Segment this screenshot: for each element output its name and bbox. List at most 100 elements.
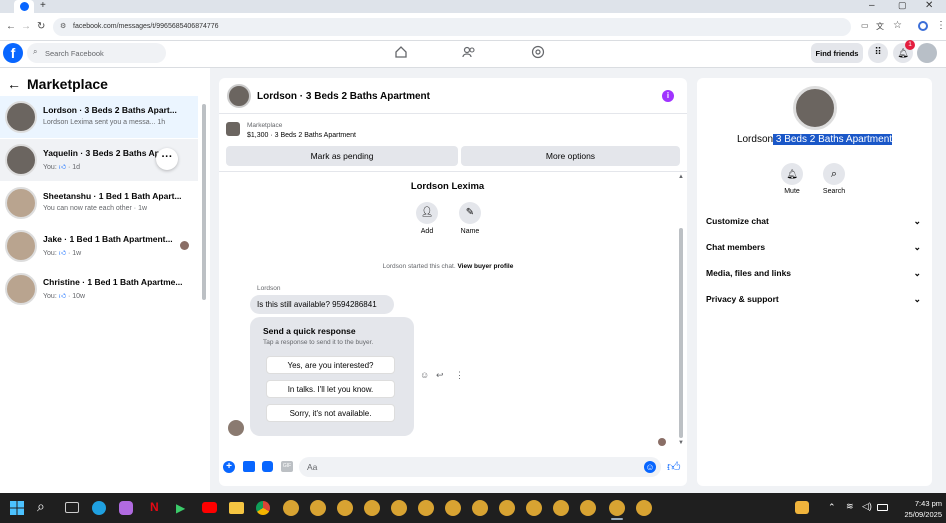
- cast-icon[interactable]: ▭: [861, 21, 869, 30]
- play-store-icon[interactable]: ▶: [176, 501, 185, 515]
- taskbar-search-icon[interactable]: ⌕: [37, 498, 45, 515]
- privacy-support-section[interactable]: Privacy & support ⌄: [706, 294, 921, 304]
- facebook-logo-icon[interactable]: f: [3, 43, 23, 63]
- more-options-button[interactable]: More options: [461, 146, 680, 166]
- chrome-profile-window-icon[interactable]: [499, 500, 515, 516]
- wifi-icon[interactable]: ≋: [846, 501, 854, 512]
- chrome-profile-window-icon[interactable]: [472, 500, 488, 516]
- conversation-avatar: [5, 144, 37, 176]
- profile-avatar[interactable]: [793, 86, 837, 130]
- view-buyer-profile-link[interactable]: View buyer profile: [457, 263, 513, 270]
- scroll-up-icon[interactable]: ▲: [678, 174, 684, 180]
- chat-scrollbar[interactable]: [679, 228, 683, 438]
- chat-header-avatar[interactable]: [227, 84, 251, 108]
- chrome-profile-window-icon[interactable]: [636, 500, 652, 516]
- profile-icon[interactable]: [918, 21, 928, 31]
- mark-as-pending-button[interactable]: Mark as pending: [226, 146, 458, 166]
- chrome-profile-window-icon[interactable]: [364, 500, 380, 516]
- friends-icon[interactable]: [462, 45, 476, 59]
- show-hidden-icons-icon[interactable]: ⌃: [828, 502, 836, 513]
- emoji-icon[interactable]: ☺: [644, 461, 656, 473]
- search-conversation-icon[interactable]: ⌕: [823, 163, 845, 185]
- site-settings-icon[interactable]: ⚙: [60, 22, 66, 30]
- conversation-item[interactable]: Yaquelin · 3 Beds 2 Baths Ap You: 👍︎ · 1…: [0, 139, 198, 181]
- message-input[interactable]: Aa: [299, 457, 661, 477]
- quick-response-button[interactable]: In talks. I'll let you know.: [266, 380, 395, 398]
- netflix-icon[interactable]: N: [150, 500, 159, 514]
- edge-icon[interactable]: [92, 501, 106, 515]
- chrome-profile-window-icon[interactable]: [337, 500, 353, 516]
- widgets-icon[interactable]: [795, 501, 809, 514]
- youtube-icon[interactable]: [202, 502, 217, 513]
- chrome-profile-window-icon[interactable]: [445, 500, 461, 516]
- new-tab-icon[interactable]: +: [40, 0, 46, 11]
- chrome-profile-window-icon[interactable]: [391, 500, 407, 516]
- translate-icon[interactable]: 文: [876, 21, 884, 32]
- battery-icon[interactable]: [877, 504, 888, 511]
- message-bubble[interactable]: Is this still available? 9594286841: [250, 295, 394, 314]
- scroll-down-icon[interactable]: ▼: [678, 440, 684, 446]
- account-avatar[interactable]: [917, 43, 937, 63]
- taskbar-time[interactable]: 7:43 pm: [896, 499, 942, 508]
- file-explorer-icon[interactable]: [229, 502, 244, 514]
- menu-icon[interactable]: ⋮: [936, 20, 946, 31]
- listing-thumbnail[interactable]: [226, 122, 240, 136]
- start-menu-icon[interactable]: [10, 501, 24, 515]
- taskbar-date[interactable]: 25/09/2025: [894, 510, 942, 519]
- back-arrow-icon[interactable]: ←: [7, 76, 21, 92]
- chrome-profile-window-icon[interactable]: [580, 500, 596, 516]
- chat-header-title[interactable]: Lordson · 3 Beds 2 Baths Apartment: [257, 91, 430, 102]
- add-contact-icon[interactable]: 👤︎: [416, 202, 438, 224]
- bookmark-star-icon[interactable]: ☆: [893, 20, 902, 31]
- react-icon[interactable]: ☺: [420, 370, 429, 380]
- back-icon[interactable]: ←: [6, 21, 16, 32]
- chrome-profile-window-icon[interactable]: [418, 500, 434, 516]
- volume-icon[interactable]: ◁): [862, 501, 872, 512]
- chrome-profile-window-icon[interactable]: [310, 500, 326, 516]
- snippet-suffix: · 1d: [68, 164, 81, 171]
- close-icon[interactable]: ✕: [925, 0, 933, 11]
- active-window-indicator: [611, 518, 623, 520]
- reply-icon[interactable]: ↩: [436, 370, 444, 381]
- chrome-profile-window-icon[interactable]: [553, 500, 569, 516]
- conversation-item[interactable]: Sheetanshu · 1 Bed 1 Bath Apart... You c…: [0, 182, 198, 224]
- conversation-item[interactable]: Christine · 1 Bed 1 Bath Apartme... You:…: [0, 268, 198, 310]
- conversation-item[interactable]: Lordson · 3 Beds 2 Baths Apart... Lordso…: [0, 96, 198, 138]
- restore-icon[interactable]: ▢: [898, 0, 907, 11]
- forward-icon[interactable]: →: [21, 21, 31, 32]
- find-friends-button[interactable]: Find friends: [811, 43, 863, 63]
- customize-chat-section[interactable]: Customize chat ⌄: [706, 216, 921, 226]
- home-icon[interactable]: [394, 45, 408, 59]
- groups-icon[interactable]: [531, 45, 545, 59]
- conversation-item[interactable]: Jake · 1 Bed 1 Bath Apartment... You: 👍︎…: [0, 225, 198, 267]
- mute-bell-icon[interactable]: 🔔︎: [781, 163, 803, 185]
- sender-avatar: [228, 420, 244, 436]
- copilot-icon[interactable]: [119, 501, 133, 515]
- menu-grid-icon[interactable]: ⠿: [868, 43, 888, 63]
- chrome-profile-window-icon-active[interactable]: [609, 500, 625, 516]
- listing-detail[interactable]: $1,300 · 3 Beds 2 Baths Apartment: [247, 132, 356, 139]
- quick-response-button[interactable]: Yes, are you interested?: [266, 356, 395, 374]
- reload-icon[interactable]: ↻: [37, 21, 45, 32]
- info-icon[interactable]: i: [662, 90, 674, 102]
- thumbs-up-send-icon[interactable]: 👍︎: [667, 459, 681, 475]
- task-view-icon[interactable]: [65, 502, 79, 513]
- chrome-profile-window-icon[interactable]: [526, 500, 542, 516]
- edit-name-icon[interactable]: ✎: [459, 202, 481, 224]
- quick-response-button[interactable]: Sorry, it's not available.: [266, 404, 395, 422]
- sidebar-scrollbar[interactable]: [202, 104, 206, 300]
- more-options-icon[interactable]: ···: [156, 148, 178, 170]
- media-files-links-section[interactable]: Media, files and links ⌄: [706, 268, 921, 278]
- chat-members-section[interactable]: Chat members ⌄: [706, 242, 921, 252]
- facebook-search-input[interactable]: Search Facebook: [27, 43, 166, 63]
- browser-tab[interactable]: [14, 0, 34, 13]
- chrome-profile-window-icon[interactable]: [283, 500, 299, 516]
- sticker-icon[interactable]: [262, 461, 273, 472]
- gif-icon[interactable]: GIF: [281, 461, 293, 472]
- message-more-icon[interactable]: ⋮: [455, 370, 464, 381]
- photo-icon[interactable]: [243, 461, 255, 472]
- address-bar[interactable]: facebook.com/messages/t/9965685406874776: [53, 18, 851, 36]
- chrome-icon[interactable]: [256, 501, 270, 515]
- minimize-icon[interactable]: –: [869, 0, 875, 11]
- add-attachment-icon[interactable]: +: [223, 461, 235, 473]
